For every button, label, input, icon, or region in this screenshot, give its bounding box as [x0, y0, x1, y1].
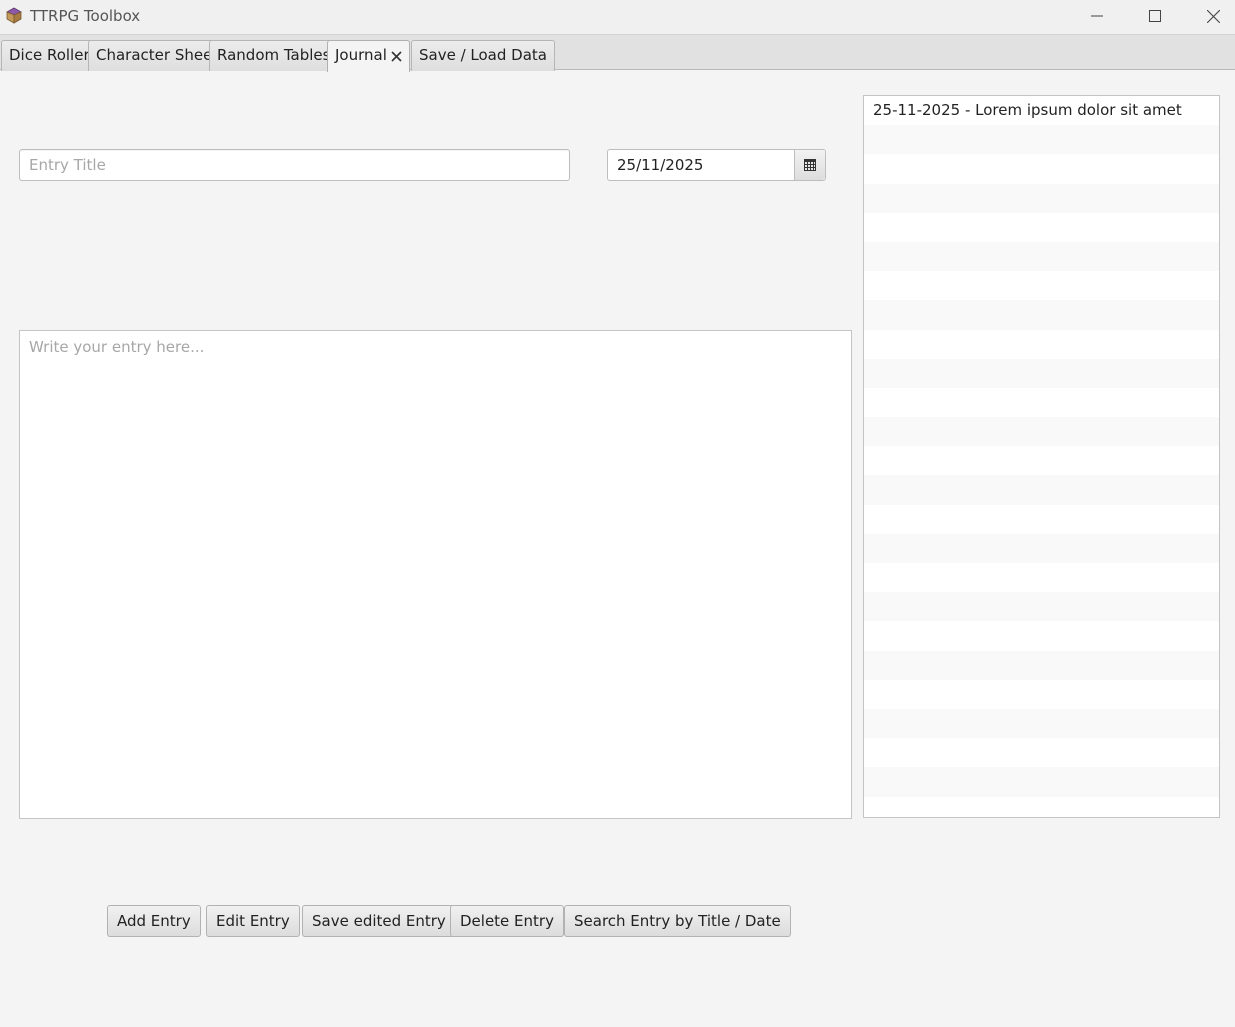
list-item[interactable]: [864, 183, 1219, 213]
list-item[interactable]: [864, 271, 1219, 300]
tab-label: Random Tables: [217, 46, 331, 64]
list-item[interactable]: [864, 680, 1219, 709]
close-window-button[interactable]: [1184, 0, 1235, 32]
list-item[interactable]: [864, 358, 1219, 388]
entry-body-textarea[interactable]: [19, 330, 852, 819]
treasure-chest-icon: [6, 7, 22, 24]
tab-label: Save / Load Data: [419, 46, 547, 64]
list-item[interactable]: 25-11-2025 - Lorem ipsum dolor sit amet: [864, 96, 1219, 125]
list-item[interactable]: [864, 767, 1219, 797]
date-value[interactable]: 25/11/2025: [608, 150, 794, 180]
tab-save-load-data[interactable]: Save / Load Data: [411, 40, 555, 71]
tab-journal[interactable]: Journal: [327, 40, 410, 72]
search-entry-button[interactable]: Search Entry by Title / Date: [564, 905, 791, 937]
minimize-icon: [1091, 15, 1103, 17]
add-entry-button[interactable]: Add Entry: [107, 905, 201, 937]
window-title: TTRPG Toolbox: [30, 7, 141, 25]
list-item[interactable]: [864, 446, 1219, 475]
tab-label: Dice Roller: [9, 46, 90, 64]
list-item[interactable]: [864, 213, 1219, 242]
list-item[interactable]: [864, 300, 1219, 330]
tab-bar: Dice Roller Character Sheet Random Table…: [0, 34, 1235, 72]
calendar-icon: [804, 159, 816, 171]
tab-character-sheet[interactable]: Character Sheet: [88, 40, 227, 71]
entry-title-input[interactable]: [19, 149, 570, 181]
maximize-button[interactable]: [1126, 0, 1184, 32]
maximize-icon: [1149, 10, 1161, 22]
list-item[interactable]: [864, 797, 1219, 818]
list-item[interactable]: [864, 708, 1219, 739]
tab-label: Character Sheet: [96, 46, 219, 64]
list-item[interactable]: [864, 417, 1219, 447]
tab-label: Journal: [335, 46, 387, 64]
window-titlebar: TTRPG Toolbox: [0, 0, 1235, 34]
date-picker-button[interactable]: [794, 150, 825, 180]
list-item[interactable]: [864, 592, 1219, 622]
minimize-button[interactable]: [1068, 0, 1126, 32]
list-item[interactable]: [864, 505, 1219, 534]
tab-close-icon[interactable]: [391, 51, 402, 62]
save-edited-entry-button[interactable]: Save edited Entry: [302, 905, 456, 937]
list-item[interactable]: [864, 563, 1219, 592]
journal-entry-list[interactable]: 25-11-2025 - Lorem ipsum dolor sit amet: [863, 95, 1220, 818]
delete-entry-button[interactable]: Delete Entry: [450, 905, 564, 937]
list-item[interactable]: [864, 475, 1219, 505]
list-item[interactable]: [864, 621, 1219, 650]
date-picker[interactable]: 25/11/2025: [607, 149, 826, 181]
list-item[interactable]: [864, 738, 1219, 767]
tab-random-tables[interactable]: Random Tables: [209, 40, 339, 71]
tab-dice-roller[interactable]: Dice Roller: [1, 40, 98, 71]
list-item[interactable]: [864, 125, 1219, 155]
list-item[interactable]: [864, 330, 1219, 359]
list-item[interactable]: [864, 388, 1219, 417]
list-item[interactable]: [864, 650, 1219, 680]
edit-entry-button[interactable]: Edit Entry: [206, 905, 300, 937]
close-icon: [1206, 9, 1220, 23]
list-item[interactable]: [864, 241, 1219, 272]
list-item[interactable]: [864, 154, 1219, 183]
list-item[interactable]: [864, 533, 1219, 563]
